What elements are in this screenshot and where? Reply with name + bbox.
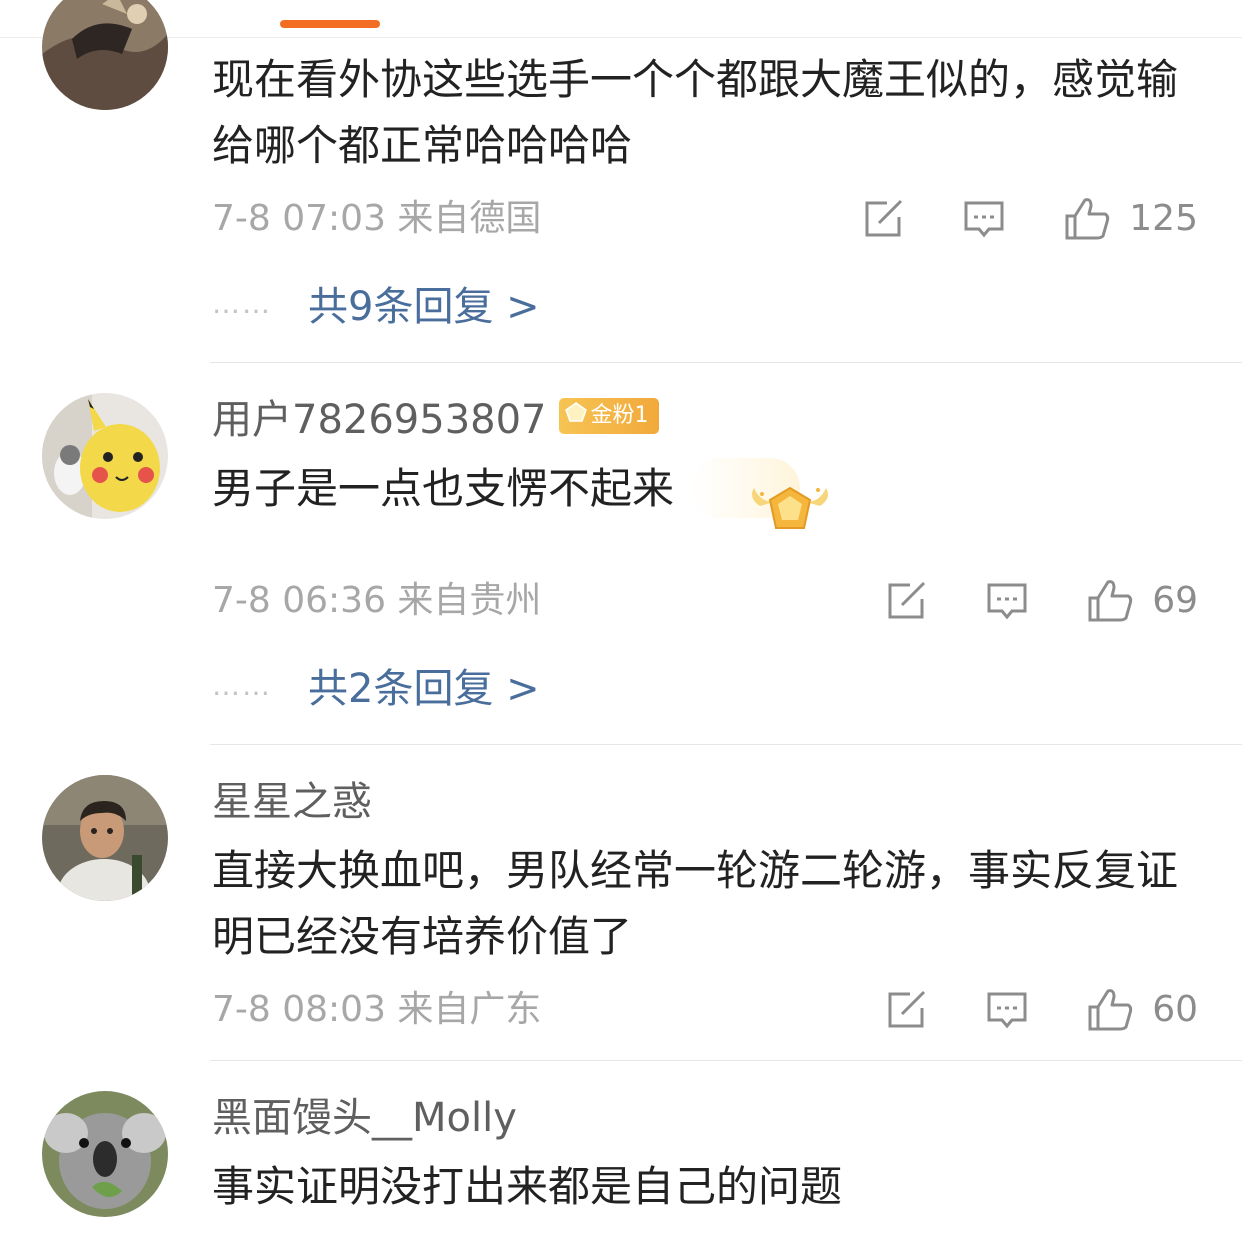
comment-button[interactable] [986, 990, 1028, 1030]
comment-button[interactable] [986, 581, 1028, 621]
like-count: 60 [1152, 989, 1198, 1030]
like-button[interactable]: 125 [1063, 195, 1198, 243]
timestamp: 7-8 08:03 来自广东 [212, 989, 542, 1030]
like-button[interactable]: 60 [1086, 986, 1198, 1034]
comment-meta: 7-8 06:36 来自贵州 69 [212, 577, 1198, 625]
comment-icon [987, 992, 1027, 1029]
repost-button[interactable] [886, 990, 928, 1030]
comment-meta: 7-8 08:03 来自广东 60 [212, 986, 1198, 1034]
repost-button[interactable] [886, 581, 928, 621]
comment-text: 现在看外协这些选手一个个都跟大魔王似的，感觉输给哪个都正常哈哈哈哈 [212, 55, 1179, 170]
comment-actions: 60 [886, 986, 1198, 1034]
replies-row: …… 共9条回复 > [212, 278, 540, 330]
username[interactable]: 黑面馒头__Molly [212, 1098, 517, 1138]
header-divider [0, 37, 1242, 38]
gold-fan-decoration-icon [690, 458, 828, 529]
comment-text: 事实证明没打出来都是自己的问题 [212, 1162, 843, 1211]
avatar[interactable] [42, 393, 168, 519]
like-count: 69 [1152, 580, 1198, 621]
repost-icon [888, 581, 926, 619]
view-replies-link[interactable]: 共2条回复 > [308, 656, 540, 714]
comment-button[interactable] [963, 199, 1005, 239]
comment-actions: 69 [886, 577, 1198, 625]
replies-dots: …… [212, 668, 272, 702]
view-replies-link[interactable]: 共9条回复 > [308, 274, 540, 332]
thumbs-up-icon [1088, 580, 1133, 622]
avatar[interactable] [42, 1091, 168, 1217]
like-button[interactable]: 69 [1086, 577, 1198, 625]
like-count: 125 [1129, 198, 1198, 239]
avatar[interactable] [42, 775, 168, 901]
comment-divider [210, 362, 1242, 363]
thumbs-up-icon [1088, 989, 1133, 1031]
comment-meta: 7-8 07:03 来自德国 125 [212, 195, 1198, 243]
username[interactable]: 用户7826953807 金粉1 [212, 397, 659, 443]
replies-row: …… 共2条回复 > [212, 660, 540, 712]
timestamp: 7-8 06:36 来自贵州 [212, 580, 542, 621]
badge-label: 金粉1 [590, 403, 649, 428]
comment-icon [987, 583, 1027, 620]
avatar[interactable] [42, 0, 168, 110]
repost-icon [888, 990, 926, 1028]
repost-button[interactable] [863, 199, 905, 239]
username[interactable]: 星星之惑 [212, 782, 372, 822]
comment-divider [210, 744, 1242, 745]
replies-dots: …… [212, 286, 272, 320]
thumbs-up-icon [1065, 198, 1110, 240]
comment-text: 直接大换血吧，男队经常一轮游二轮游，事实反复证明已经没有培养价值了 [212, 846, 1179, 961]
fan-badge[interactable]: 金粉1 [558, 398, 659, 434]
gold-gem-icon [564, 398, 587, 434]
timestamp: 7-8 07:03 来自德国 [212, 198, 542, 239]
comment-divider [210, 1060, 1242, 1061]
active-tab-indicator [280, 20, 380, 28]
comment-icon [964, 201, 1004, 238]
username-text[interactable]: 用户7826953807 [212, 397, 547, 443]
repost-icon [865, 199, 903, 237]
comment-actions: 125 [863, 195, 1198, 243]
